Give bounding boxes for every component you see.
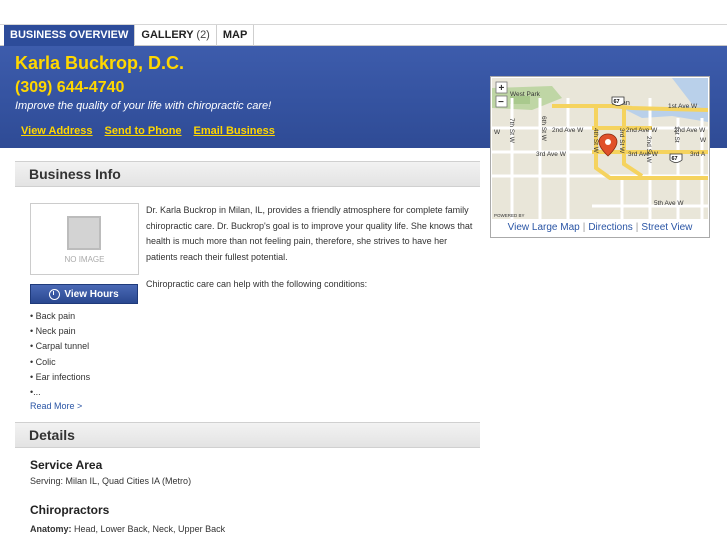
street-map: West Park Milan 1st Ave W 2nd Ave W 2nd … bbox=[492, 78, 708, 219]
map-label: 2nd Ave W bbox=[626, 127, 658, 134]
map-label: 5th Ave W bbox=[654, 200, 684, 207]
list-item: • Neck pain bbox=[30, 326, 76, 337]
map-label: W bbox=[700, 137, 707, 144]
tab-map[interactable]: MAP bbox=[217, 25, 255, 46]
map-label: 1st Ave W bbox=[668, 103, 698, 110]
business-info-header: Business Info bbox=[15, 161, 480, 187]
map-label: 4th St W bbox=[592, 128, 599, 154]
map-label: W bbox=[494, 129, 501, 136]
route-67-shield-icon: 67 bbox=[669, 153, 683, 163]
view-address-link[interactable]: View Address bbox=[21, 125, 93, 137]
anatomy-label: Anatomy: bbox=[30, 524, 72, 534]
map-label: West Park bbox=[510, 91, 541, 98]
map-label: 1st St bbox=[673, 126, 680, 143]
read-more-link[interactable]: Read More > bbox=[30, 401, 82, 411]
map-label: 3rd A bbox=[690, 151, 706, 158]
business-phone: (309) 644-4740 bbox=[15, 79, 125, 96]
map-label: POWERED BY bbox=[494, 213, 525, 218]
list-item: •... bbox=[30, 387, 41, 398]
image-placeholder-icon bbox=[67, 216, 101, 250]
conditions-intro: Chiropractic care can help with the foll… bbox=[146, 279, 368, 289]
tab-business-overview[interactable]: BUSINESS OVERVIEW bbox=[4, 25, 136, 46]
send-to-phone-link[interactable]: Send to Phone bbox=[105, 125, 182, 137]
route-67-shield-icon: 67 bbox=[611, 96, 625, 106]
map-view[interactable]: West Park Milan 1st Ave W 2nd Ave W 2nd … bbox=[492, 78, 708, 219]
service-area-text: Serving: Milan IL, Quad Cities IA (Metro… bbox=[30, 476, 192, 486]
map-label: 3rd St W bbox=[618, 128, 625, 154]
business-image-placeholder: NO IMAGE bbox=[30, 203, 139, 275]
tab-gallery[interactable]: GALLERY (2) bbox=[135, 25, 217, 46]
tab-label: GALLERY bbox=[141, 29, 194, 41]
map-links: View Large Map | Directions | Street View bbox=[491, 222, 709, 233]
chiropractors-heading: Chiropractors bbox=[30, 503, 110, 517]
link-separator: | bbox=[635, 222, 639, 233]
list-item: • Ear infections bbox=[30, 371, 91, 382]
view-hours-label: View Hours bbox=[64, 288, 119, 300]
clock-icon bbox=[49, 288, 61, 300]
email-business-link[interactable]: Email Business bbox=[194, 125, 275, 137]
directions-link[interactable]: Directions bbox=[588, 222, 632, 233]
service-area-heading: Service Area bbox=[30, 458, 103, 472]
anatomy-value: Head, Lower Back, Neck, Upper Back bbox=[71, 524, 226, 534]
map-label: 7th St W bbox=[508, 118, 515, 144]
map-label: 2nd Ave W bbox=[552, 127, 584, 134]
list-item: • Carpal tunnel bbox=[30, 341, 90, 352]
business-name: Karla Buckrop, D.C. bbox=[15, 53, 185, 73]
view-hours-button[interactable]: View Hours bbox=[30, 284, 138, 304]
zoom-out-glyph: − bbox=[498, 97, 504, 108]
section-title: Business Info bbox=[29, 166, 121, 182]
view-large-map-link[interactable]: View Large Map bbox=[508, 222, 580, 233]
link-separator: | bbox=[582, 222, 586, 233]
map-label: 3rd Ave W bbox=[628, 151, 659, 158]
map-label: 67 bbox=[614, 99, 620, 105]
map-label: 2nd St W bbox=[645, 136, 652, 164]
details-header: Details bbox=[15, 422, 480, 448]
zoom-in-glyph: + bbox=[499, 83, 505, 94]
map-label: 67 bbox=[672, 156, 678, 162]
list-item: • Back pain bbox=[30, 311, 76, 321]
tab-label: MAP bbox=[222, 29, 248, 41]
conditions-list: • Back pain • Neck pain • Carpal tunnel … bbox=[30, 309, 90, 400]
tab-bar: BUSINESS OVERVIEW GALLERY (2) MAP bbox=[0, 24, 727, 46]
anatomy-line: Anatomy: Head, Lower Back, Neck, Upper B… bbox=[30, 524, 225, 534]
tab-label: BUSINESS OVERVIEW bbox=[10, 29, 129, 41]
list-item: • Colic bbox=[30, 356, 56, 367]
business-tagline: Improve the quality of your life with ch… bbox=[15, 100, 272, 112]
section-title: Details bbox=[29, 427, 75, 443]
map-widget: West Park Milan 1st Ave W 2nd Ave W 2nd … bbox=[490, 76, 710, 238]
gallery-count: (2) bbox=[196, 29, 210, 41]
street-view-link[interactable]: Street View bbox=[641, 222, 692, 233]
business-description: Dr. Karla Buckrop in Milan, IL, provides… bbox=[146, 205, 473, 262]
no-image-label: NO IMAGE bbox=[64, 255, 105, 264]
header-links: View Address Send to Phone Email Busines… bbox=[21, 125, 275, 137]
map-label: 3rd Ave W bbox=[536, 151, 567, 158]
map-label: 6th St W bbox=[540, 116, 547, 142]
